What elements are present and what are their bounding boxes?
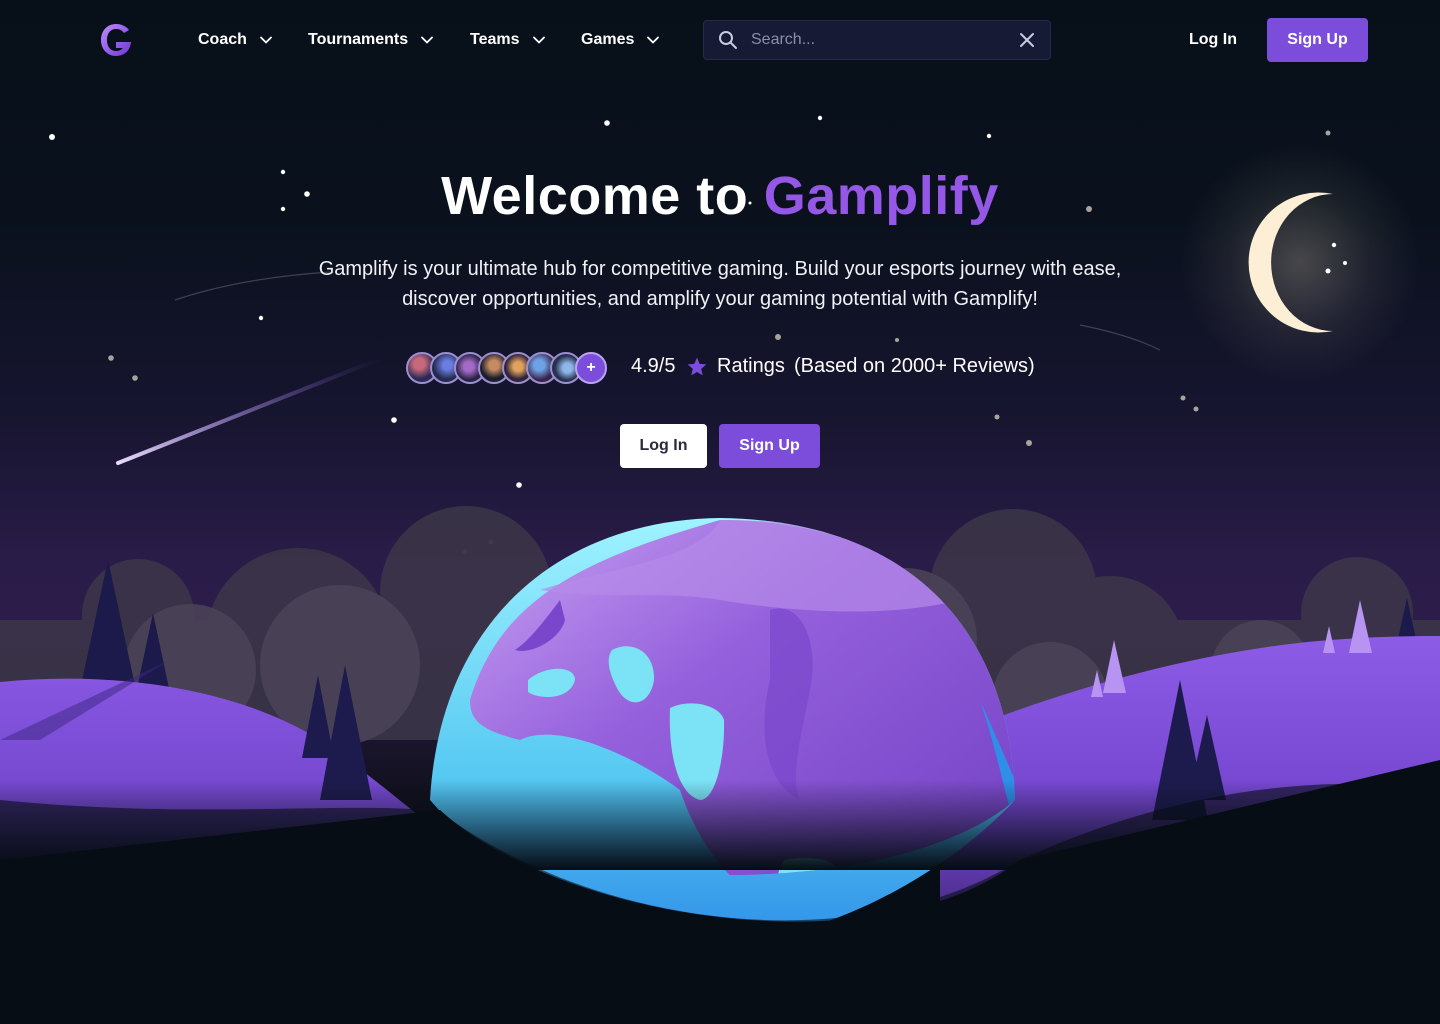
chevron-down-icon xyxy=(421,36,434,44)
rating-review-count: (Based on 2000+ Reviews) xyxy=(794,355,1035,377)
rating-label: Ratings xyxy=(717,355,785,377)
search-icon xyxy=(719,31,737,49)
hero-signup-button[interactable]: Sign Up xyxy=(719,424,820,468)
gamplify-g-logo-icon[interactable] xyxy=(99,22,133,58)
nav-item-teams[interactable]: Teams xyxy=(470,28,546,52)
shooting-star-decoration xyxy=(116,356,384,465)
star-icon xyxy=(687,357,707,376)
nav-item-label: Teams xyxy=(470,31,520,48)
rating-row: + 4.9/5 Ratings (Based on 2000+ Reviews) xyxy=(406,350,1046,386)
hero-illustration xyxy=(0,115,1440,1024)
nav-item-label: Games xyxy=(581,31,635,48)
rating-score: 4.9/5 xyxy=(631,355,676,377)
nav-item-games[interactable]: Games xyxy=(581,28,660,52)
hero-title: Welcome to Gamplify xyxy=(0,164,1440,228)
search-input[interactable] xyxy=(751,21,1001,59)
nav-item-tournaments[interactable]: Tournaments xyxy=(308,28,434,52)
avatar-group: + xyxy=(406,352,608,384)
nav-signup-button[interactable]: Sign Up xyxy=(1267,18,1368,62)
top-navbar: Coach Tournaments Teams Games Log In Sig… xyxy=(0,0,1440,80)
hero-login-button[interactable]: Log In xyxy=(620,424,707,468)
more-avatars-button[interactable]: + xyxy=(575,352,607,384)
hero-title-brand: Gamplify xyxy=(763,166,999,226)
nav-item-label: Coach xyxy=(198,31,247,48)
hero-title-prefix: Welcome to xyxy=(441,166,749,226)
nav-login-button[interactable]: Log In xyxy=(1172,20,1254,60)
close-icon[interactable] xyxy=(1018,31,1036,49)
hero-description: Gamplify is your ultimate hub for compet… xyxy=(318,258,1122,310)
chevron-down-icon xyxy=(647,36,660,44)
chevron-down-icon xyxy=(532,36,545,44)
chevron-down-icon xyxy=(260,36,272,44)
nav-item-coach[interactable]: Coach xyxy=(198,28,273,52)
search-bar xyxy=(703,20,1051,60)
nav-item-label: Tournaments xyxy=(308,31,409,48)
